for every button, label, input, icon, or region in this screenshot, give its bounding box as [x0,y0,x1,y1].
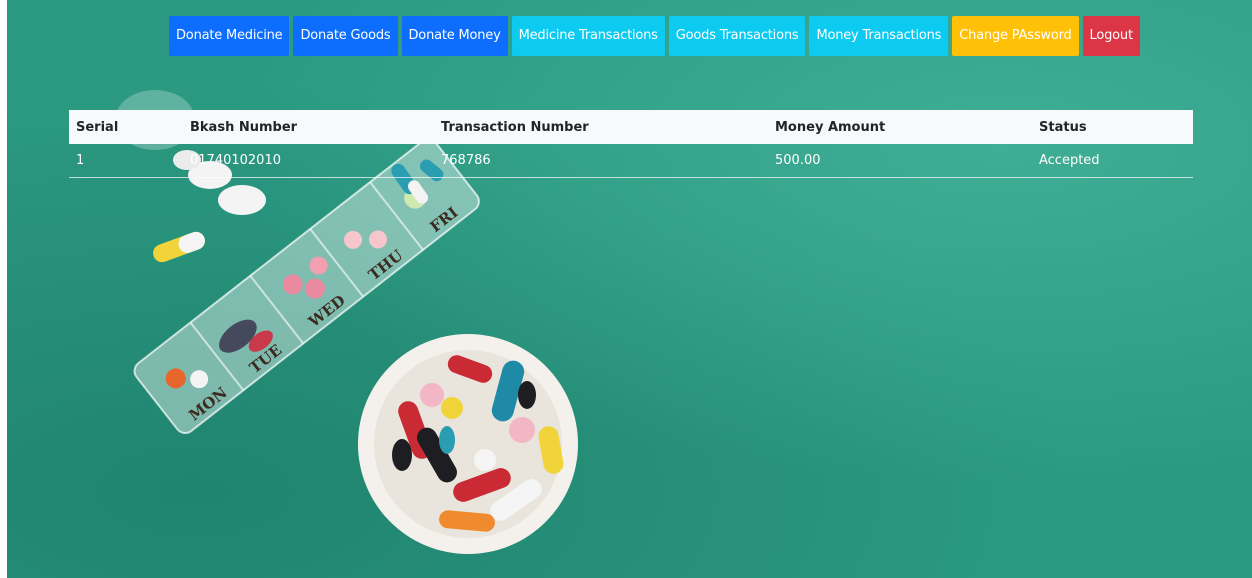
medicine-transactions-button[interactable]: Medicine Transactions [511,16,665,56]
top-nav: Donate Medicine Donate Goods Donate Mone… [169,16,1140,56]
change-password-button[interactable]: Change PAssword [952,16,1079,56]
header-transaction-number: Transaction Number [441,119,589,135]
donate-goods-button[interactable]: Donate Goods [293,16,398,56]
cell-serial: 1 [69,144,183,178]
table-body: 1 01740102010 768786 500.00 Accepted [69,144,1193,178]
money-transactions-button[interactable]: Money Transactions [809,16,949,56]
pill-bowl [358,334,578,554]
donate-money-button[interactable]: Donate Money [401,16,508,56]
cell-money-amount: 500.00 [768,144,1032,178]
pills-background-image: MON TUE WED THU FRI [115,90,578,554]
cell-bkash-number: 01740102010 [183,144,434,178]
header-serial: Serial [76,119,119,135]
table-row: 1 01740102010 768786 500.00 Accepted [69,144,1193,178]
table-header: Serial Bkash Number Transaction Number M… [69,110,1193,144]
cell-transaction-number: 768786 [434,144,768,178]
logout-button[interactable]: Logout [1082,16,1140,56]
donate-medicine-button[interactable]: Donate Medicine [169,16,290,56]
header-bkash-number: Bkash Number [190,119,298,135]
money-transactions-table: Serial Bkash Number Transaction Number M… [69,110,1193,178]
page: MON TUE WED THU FRI Donate Medicine Dona… [7,0,1252,578]
goods-transactions-button[interactable]: Goods Transactions [668,16,806,56]
header-money-amount: Money Amount [775,119,886,135]
table-header-row: Serial Bkash Number Transaction Number M… [69,110,1193,144]
cell-status: Accepted [1032,144,1193,178]
header-status: Status [1039,119,1087,135]
